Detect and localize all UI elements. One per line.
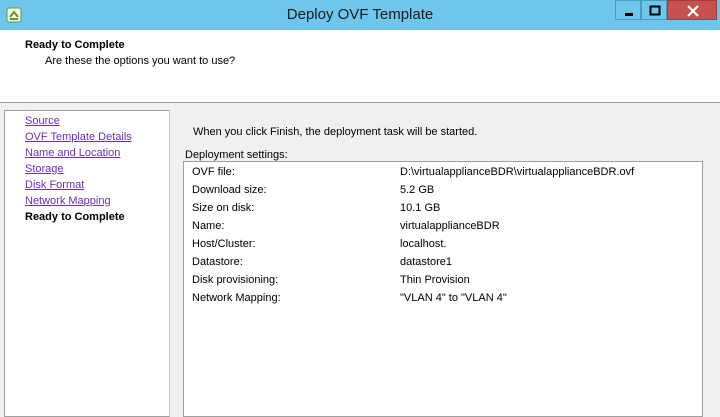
wizard-header: Ready to Complete Are these the options …	[0, 30, 720, 103]
setting-value: localhost.	[400, 238, 447, 250]
finish-info-text: When you click Finish, the deployment ta…	[193, 126, 478, 138]
setting-value: "VLAN 4" to "VLAN 4"	[400, 292, 507, 304]
setting-value: virtualapplianceBDR	[400, 220, 500, 232]
setting-value: Thin Provision	[400, 274, 470, 286]
setting-name: OVF file:	[192, 166, 235, 178]
deployment-settings-list[interactable]: OVF file: D:\virtualapplianceBDR\virtual…	[183, 161, 703, 417]
setting-row-disk-provisioning: Disk provisioning: Thin Provision	[184, 272, 702, 290]
setting-name: Host/Cluster:	[192, 238, 256, 250]
nav-step-source[interactable]: Source	[25, 115, 60, 127]
setting-value: D:\virtualapplianceBDR\virtualapplianceB…	[400, 166, 635, 178]
nav-step-ovf-template-details[interactable]: OVF Template Details	[25, 131, 132, 143]
page-subtitle: Are these the options you want to use?	[45, 55, 236, 67]
setting-row-name: Name: virtualapplianceBDR	[184, 218, 702, 236]
setting-row-host-cluster: Host/Cluster: localhost.	[184, 236, 702, 254]
wizard-body: Ready to Complete Are these the options …	[0, 30, 720, 417]
close-button[interactable]	[667, 0, 717, 20]
deployment-settings-label: Deployment settings:	[185, 149, 288, 161]
maximize-button[interactable]	[641, 0, 667, 20]
setting-row-download-size: Download size: 5.2 GB	[184, 182, 702, 200]
setting-name: Datastore:	[192, 256, 243, 268]
setting-value: datastore1	[400, 256, 452, 268]
setting-value: 5.2 GB	[400, 184, 435, 196]
setting-name: Download size:	[192, 184, 267, 196]
wizard-steps-panel: Source OVF Template Details Name and Loc…	[4, 110, 170, 417]
setting-row-ovf-file: OVF file: D:\virtualapplianceBDR\virtual…	[184, 164, 702, 182]
nav-step-disk-format[interactable]: Disk Format	[25, 179, 84, 191]
setting-name: Size on disk:	[192, 202, 255, 214]
page-title: Ready to Complete	[25, 39, 125, 51]
close-icon	[687, 5, 699, 17]
setting-name: Disk provisioning:	[192, 274, 279, 286]
setting-value: 10.1 GB	[400, 202, 441, 214]
maximize-icon	[649, 5, 661, 16]
title-bar: Deploy OVF Template	[0, 0, 720, 30]
nav-step-name-and-location[interactable]: Name and Location	[25, 147, 120, 159]
setting-row-datastore: Datastore: datastore1	[184, 254, 702, 272]
setting-row-size-on-disk: Size on disk: 10.1 GB	[184, 200, 702, 218]
nav-step-ready-to-complete: Ready to Complete	[25, 211, 125, 223]
minimize-icon	[625, 13, 633, 16]
nav-step-storage[interactable]: Storage	[25, 163, 64, 175]
setting-name: Network Mapping:	[192, 292, 281, 304]
setting-row-network-mapping: Network Mapping: "VLAN 4" to "VLAN 4"	[184, 290, 702, 308]
window-title: Deploy OVF Template	[286, 6, 434, 23]
minimize-button[interactable]	[615, 0, 641, 20]
setting-name: Name:	[192, 220, 225, 232]
nav-step-network-mapping[interactable]: Network Mapping	[25, 195, 111, 207]
